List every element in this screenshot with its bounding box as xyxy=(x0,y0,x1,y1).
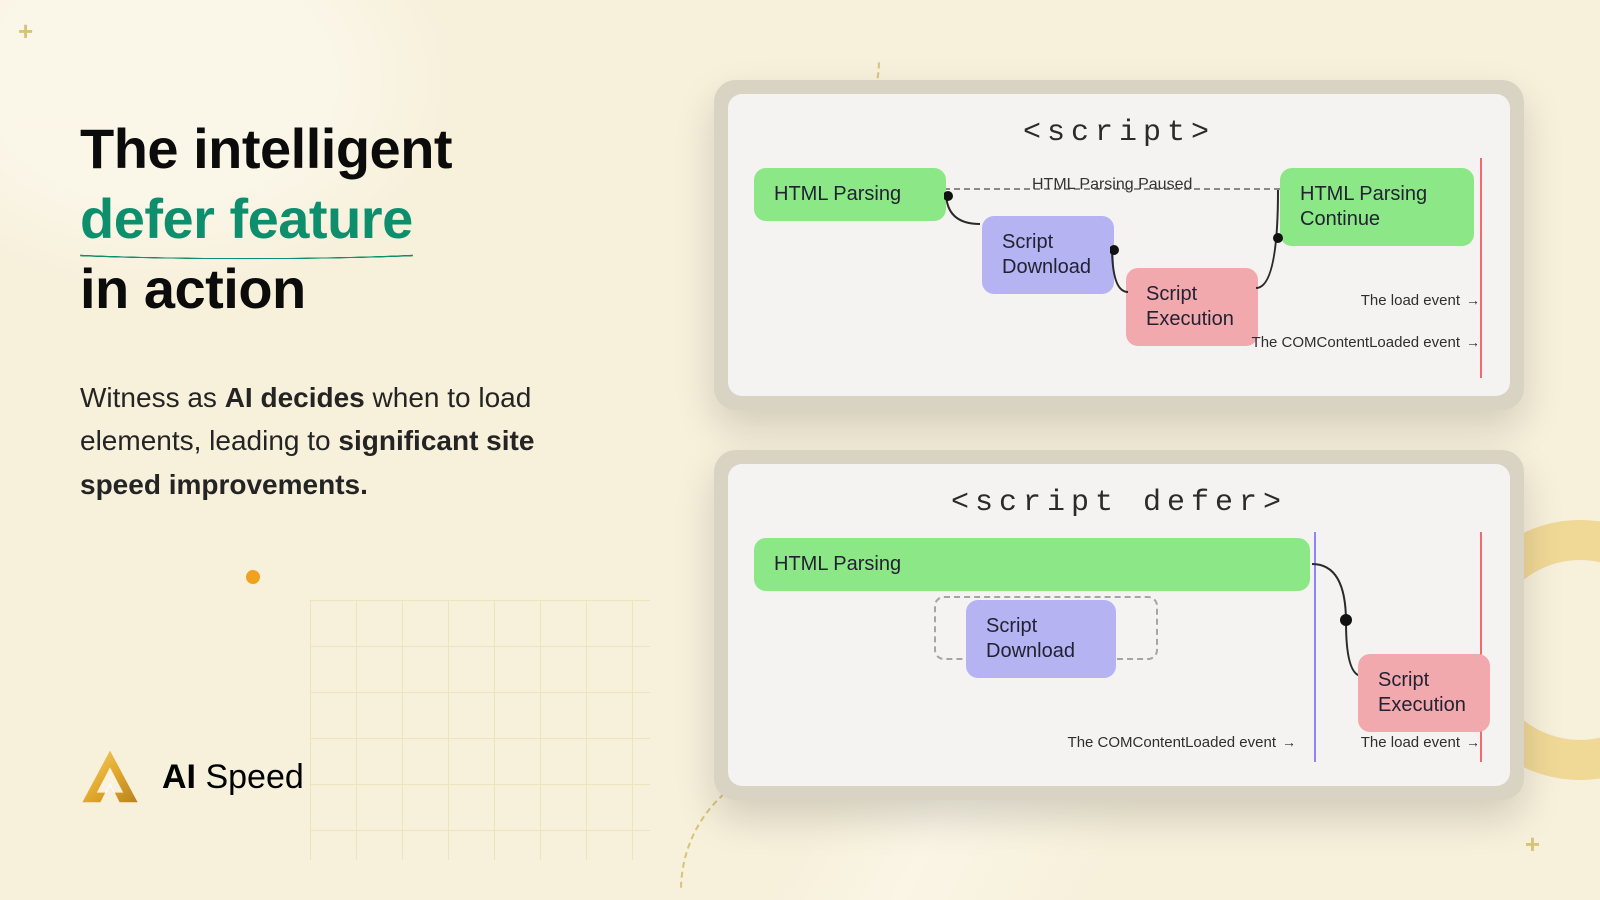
event-load: The load event → xyxy=(1361,292,1480,309)
headline-line3: in action xyxy=(80,257,306,320)
event-domcontentloaded: The COMContentLoaded event → xyxy=(1068,734,1296,751)
brand-name-strong: AI xyxy=(162,758,196,796)
headline: The intelligent defer feature in action xyxy=(80,114,620,324)
arrow-right-icon: → xyxy=(1466,734,1480,750)
diagram-card-script: <script> HTML Parsing Paused HTML Parsin… xyxy=(714,80,1524,410)
node-script-download: Script Download xyxy=(966,600,1116,678)
node-script-execution: Script Execution xyxy=(1358,654,1490,732)
diagram-title: <script defer> xyxy=(754,486,1484,520)
event-label: The load event xyxy=(1361,292,1460,309)
subhead-strong: AI decides xyxy=(225,382,365,413)
plus-icon: + xyxy=(1525,829,1540,860)
subhead-part: Witness as xyxy=(80,382,225,413)
event-load: The load event → xyxy=(1361,734,1480,751)
connector xyxy=(944,190,994,240)
finish-line xyxy=(1480,158,1482,378)
subheadline: Witness as AI decides when to load eleme… xyxy=(80,376,620,506)
event-label: The load event xyxy=(1361,734,1460,751)
bg-grid xyxy=(310,600,650,860)
plus-icon: + xyxy=(18,16,33,47)
decor-dot xyxy=(246,570,260,584)
node-html-parsing: HTML Parsing xyxy=(754,538,1310,591)
event-domcontentloaded: The COMContentLoaded event → xyxy=(1252,334,1480,351)
brand: AI Speed xyxy=(80,749,304,805)
headline-accent: defer feature xyxy=(80,184,413,254)
event-label: The COMContentLoaded event xyxy=(1252,334,1460,351)
headline-line1: The intelligent xyxy=(80,117,452,180)
arrow-right-icon: → xyxy=(1466,334,1480,350)
connector xyxy=(1310,562,1364,682)
arrow-right-icon: → xyxy=(1466,292,1480,308)
node-script-download: Script Download xyxy=(982,216,1114,294)
hero-text: The intelligent defer feature in action … xyxy=(80,114,620,506)
node-html-parsing: HTML Parsing xyxy=(754,168,946,221)
brand-name: AI Speed xyxy=(162,758,304,797)
arrow-right-icon: → xyxy=(1282,734,1296,750)
connector xyxy=(1254,188,1294,292)
brand-logo-icon xyxy=(80,749,140,805)
diagram-card-script-defer: <script defer> HTML Parsing Script Downl… xyxy=(714,450,1524,800)
pause-label: HTML Parsing Paused xyxy=(1032,176,1192,194)
script-timeline: HTML Parsing Paused HTML Parsing Script … xyxy=(754,168,1484,368)
node-html-parsing-continue: HTML Parsing Continue xyxy=(1280,168,1474,246)
connector xyxy=(1110,244,1150,296)
diagram-title: <script> xyxy=(754,116,1484,150)
defer-timeline: HTML Parsing Script Download Script Exec… xyxy=(754,538,1484,758)
brand-name-rest: Speed xyxy=(196,758,304,796)
event-label: The COMContentLoaded event xyxy=(1068,734,1276,751)
